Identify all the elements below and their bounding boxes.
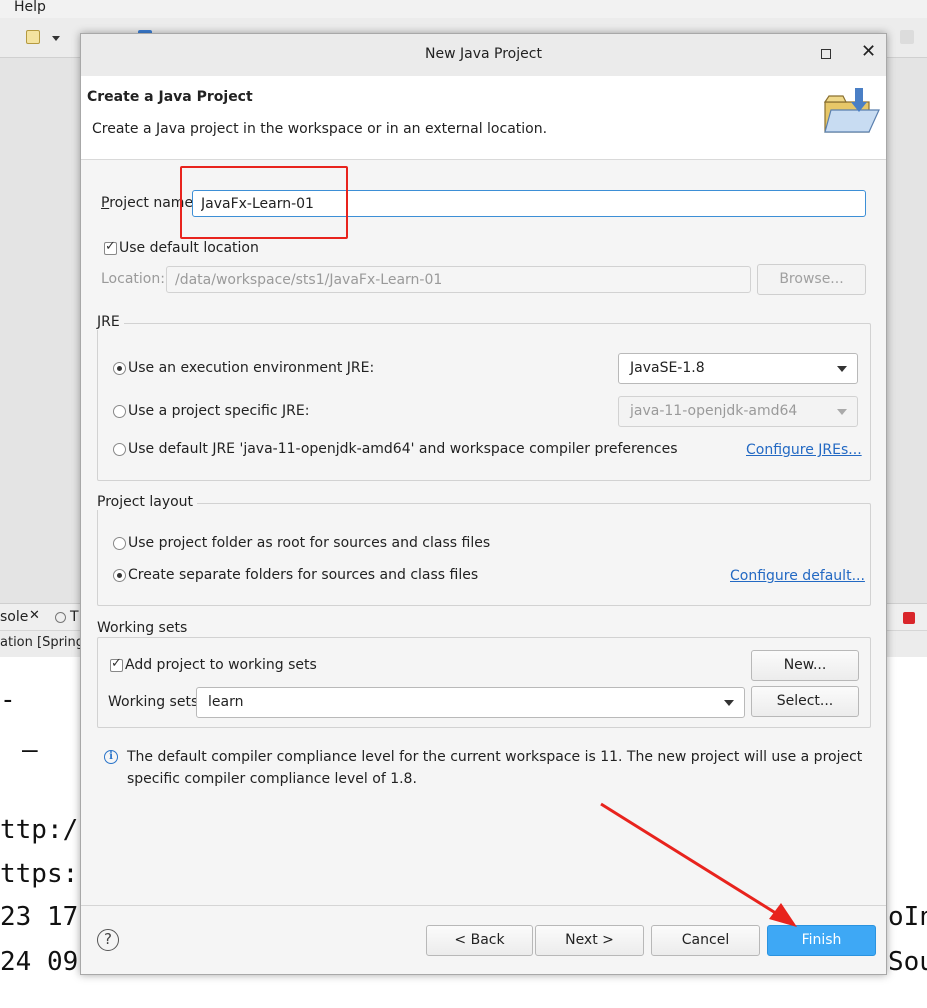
execution-env-select[interactable]: JavaSE-1.8 (618, 353, 858, 384)
default-jre-label: Use default JRE 'java-11-openjdk-amd64' … (128, 441, 678, 457)
layout-root-label: Use project folder as root for sources a… (128, 535, 491, 551)
cancel-button[interactable]: Cancel (651, 925, 760, 956)
configure-jres-link[interactable]: Configure JREs... (746, 442, 862, 458)
ide-left-panel (0, 58, 80, 603)
dialog-title: New Java Project (425, 46, 542, 62)
location-input[interactable] (166, 266, 751, 293)
close-button[interactable]: ✕ (859, 41, 879, 64)
working-sets-value: learn (208, 694, 244, 710)
finish-button[interactable]: Finish (767, 925, 876, 956)
console-subtitle-text: ation [Spring (0, 635, 85, 650)
dialog-titlebar: New Java Project ✕ (81, 34, 886, 76)
location-label: Location: (101, 271, 165, 287)
wizard-description: Create a Java project in the workspace o… (92, 121, 548, 137)
wizard-title: Create a Java Project (87, 89, 253, 105)
new-icon[interactable] (26, 30, 40, 44)
execution-env-radio[interactable] (113, 362, 126, 375)
project-layout-group (97, 503, 871, 606)
folder-wizard-icon (823, 88, 880, 133)
jre-group-title: JRE (97, 314, 124, 330)
project-specific-jre-radio[interactable] (113, 405, 126, 418)
ide-menubar: Help (0, 0, 927, 18)
working-sets-select[interactable]: learn (196, 687, 745, 718)
console-line: - (0, 685, 16, 715)
close-icon: ✕ (861, 41, 877, 62)
back-button[interactable]: < Back (426, 925, 533, 956)
add-to-working-sets-checkbox[interactable] (110, 656, 123, 672)
dropdown-icon[interactable] (52, 36, 60, 41)
project-specific-jre-label: Use a project specific JRE: (128, 403, 310, 419)
info-message: The default compiler compliance level fo… (127, 749, 863, 787)
console-line: ttps: (0, 859, 79, 889)
select-working-sets-button[interactable]: Select... (751, 686, 859, 717)
execution-env-value: JavaSE-1.8 (630, 360, 705, 376)
project-layout-group-title: Project layout (97, 494, 198, 510)
layout-separate-radio[interactable] (113, 569, 126, 582)
maximize-button[interactable] (817, 46, 837, 64)
footer-separator (81, 905, 886, 906)
task-icon (55, 612, 66, 623)
execution-env-label: Use an execution environment JRE: (128, 360, 375, 376)
menu-help[interactable]: Help (14, 0, 46, 15)
configure-default-link[interactable]: Configure default... (730, 568, 865, 584)
project-specific-jre-value: java-11-openjdk-amd64 (630, 403, 798, 419)
new-java-project-dialog: New Java Project ✕ Create a Java Project… (80, 33, 887, 975)
use-default-location-checkbox[interactable] (104, 239, 117, 255)
ide-right-panel (887, 58, 927, 623)
browse-button[interactable]: Browse... (757, 264, 866, 295)
console-line: 24 09 (0, 947, 79, 977)
run-icon[interactable] (900, 30, 914, 44)
project-name-label: Project name: (101, 195, 198, 211)
default-jre-radio[interactable] (113, 443, 126, 456)
layout-separate-label: Create separate folders for sources and … (128, 567, 479, 583)
console-line: oInt (888, 902, 927, 932)
console-tab-2[interactable]: T (70, 609, 79, 625)
chevron-down-icon (837, 409, 847, 415)
next-button[interactable]: Next > (535, 925, 644, 956)
help-icon[interactable]: ? (97, 929, 119, 951)
use-default-location-label: Use default location (119, 240, 259, 256)
project-specific-jre-select[interactable]: java-11-openjdk-amd64 (618, 396, 858, 427)
new-working-set-button[interactable]: New... (751, 650, 859, 681)
close-icon[interactable]: ✕ (29, 608, 40, 623)
project-name-input[interactable] (192, 190, 866, 217)
console-line: ttp:/ (0, 815, 79, 845)
console-line: — (22, 735, 38, 765)
chevron-down-icon (724, 700, 734, 706)
working-sets-group-title: Working sets (97, 620, 192, 636)
info-icon: i (104, 750, 118, 764)
chevron-down-icon (837, 366, 847, 372)
layout-root-radio[interactable] (113, 537, 126, 550)
wizard-header: Create a Java Project Create a Java proj… (81, 76, 886, 160)
maximize-icon (821, 49, 831, 59)
working-sets-label: Working sets: (108, 694, 203, 710)
console-line: 23 17 (0, 902, 79, 932)
stop-icon[interactable] (903, 612, 915, 624)
console-line: Sou (888, 947, 927, 977)
add-to-working-sets-label: Add project to working sets (125, 657, 317, 673)
console-tab[interactable]: sole (0, 609, 28, 625)
